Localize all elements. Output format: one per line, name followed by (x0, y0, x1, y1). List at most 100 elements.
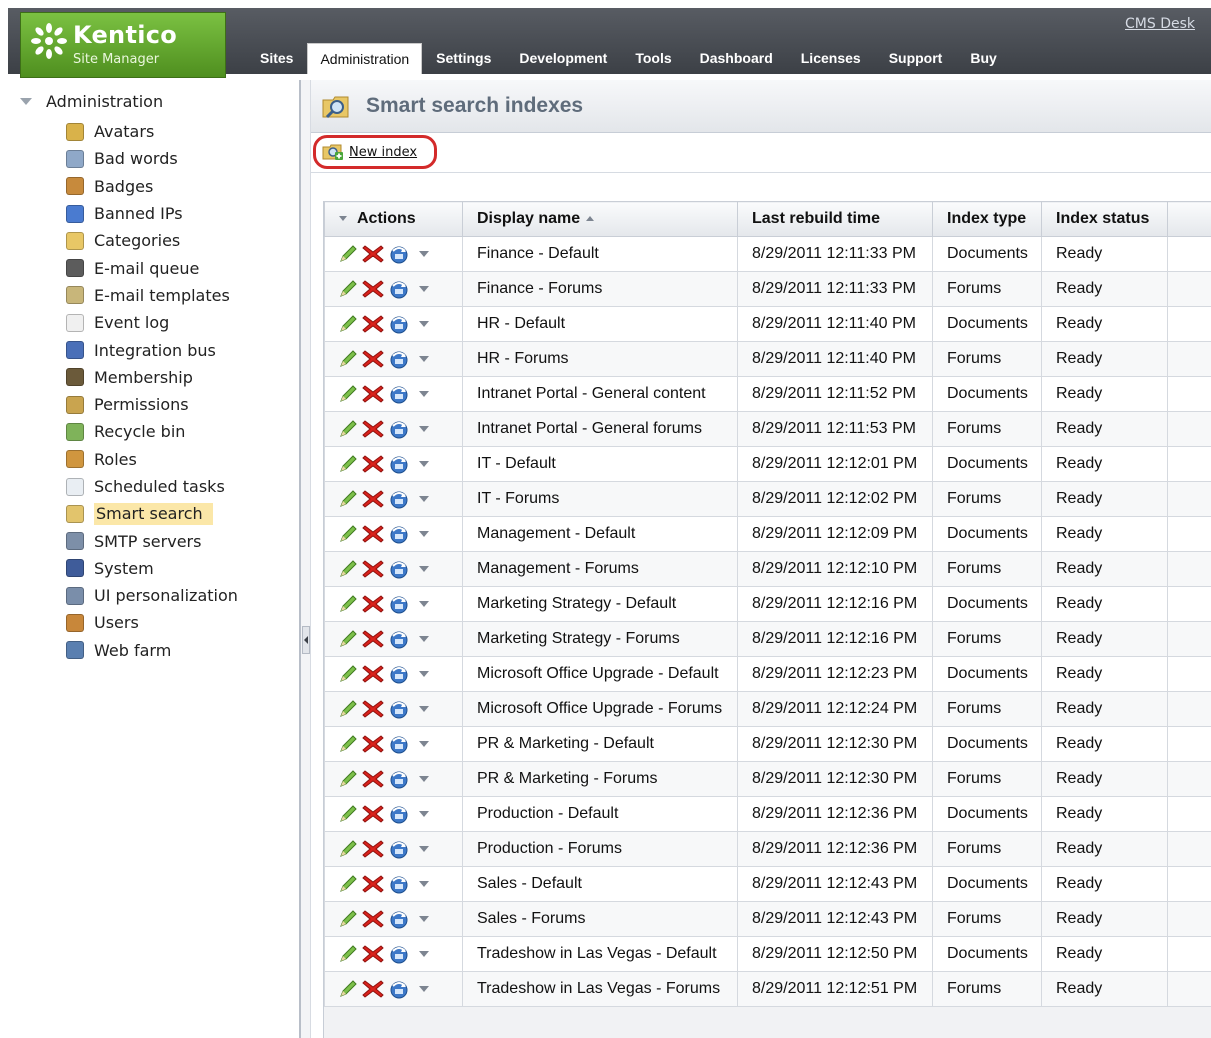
column-index-status[interactable]: Index status (1041, 201, 1168, 237)
more-actions-chevron-icon[interactable] (419, 321, 429, 327)
tab-development[interactable]: Development (505, 50, 621, 74)
more-actions-chevron-icon[interactable] (419, 811, 429, 817)
sidebar-item-recycle-bin[interactable]: Recycle bin (66, 418, 238, 445)
delete-icon[interactable] (361, 278, 385, 300)
rebuild-icon[interactable] (387, 523, 411, 545)
delete-icon[interactable] (361, 628, 385, 650)
cms-desk-link[interactable]: CMS Desk (1125, 16, 1195, 32)
more-actions-chevron-icon[interactable] (419, 741, 429, 747)
more-actions-chevron-icon[interactable] (419, 776, 429, 782)
edit-icon[interactable] (337, 313, 359, 335)
panel-splitter[interactable] (299, 80, 311, 1038)
rebuild-icon[interactable] (387, 558, 411, 580)
edit-icon[interactable] (337, 523, 359, 545)
delete-icon[interactable] (361, 348, 385, 370)
more-actions-chevron-icon[interactable] (419, 916, 429, 922)
more-actions-chevron-icon[interactable] (419, 391, 429, 397)
column-last-rebuild-time[interactable]: Last rebuild time (737, 201, 933, 237)
rebuild-icon[interactable] (387, 453, 411, 475)
rebuild-icon[interactable] (387, 873, 411, 895)
delete-icon[interactable] (361, 943, 385, 965)
edit-icon[interactable] (337, 663, 359, 685)
rebuild-icon[interactable] (387, 908, 411, 930)
rebuild-icon[interactable] (387, 348, 411, 370)
sidebar-item-integration-bus[interactable]: Integration bus (66, 336, 238, 363)
rebuild-icon[interactable] (387, 593, 411, 615)
delete-icon[interactable] (361, 243, 385, 265)
more-actions-chevron-icon[interactable] (419, 531, 429, 537)
edit-icon[interactable] (337, 838, 359, 860)
rebuild-icon[interactable] (387, 313, 411, 335)
more-actions-chevron-icon[interactable] (419, 286, 429, 292)
delete-icon[interactable] (361, 418, 385, 440)
sidebar-item-roles[interactable]: Roles (66, 446, 238, 473)
tab-sites[interactable]: Sites (248, 50, 307, 74)
tab-settings[interactable]: Settings (422, 50, 505, 74)
sidebar-item-smart-search[interactable]: Smart search (66, 500, 238, 527)
more-actions-chevron-icon[interactable] (419, 601, 429, 607)
edit-icon[interactable] (337, 278, 359, 300)
rebuild-icon[interactable] (387, 943, 411, 965)
sidebar-item-ui-personalization[interactable]: UI personalization (66, 582, 238, 609)
column-display-name[interactable]: Display name (462, 201, 738, 237)
sidebar-item-scheduled-tasks[interactable]: Scheduled tasks (66, 473, 238, 500)
rebuild-icon[interactable] (387, 418, 411, 440)
sidebar-item-e-mail-templates[interactable]: E-mail templates (66, 282, 238, 309)
delete-icon[interactable] (361, 313, 385, 335)
more-actions-chevron-icon[interactable] (419, 251, 429, 257)
delete-icon[interactable] (361, 768, 385, 790)
delete-icon[interactable] (361, 663, 385, 685)
delete-icon[interactable] (361, 908, 385, 930)
more-actions-chevron-icon[interactable] (419, 461, 429, 467)
rebuild-icon[interactable] (387, 768, 411, 790)
rebuild-icon[interactable] (387, 383, 411, 405)
sidebar-item-smtp-servers[interactable]: SMTP servers (66, 527, 238, 554)
delete-icon[interactable] (361, 593, 385, 615)
column-index-type[interactable]: Index type (932, 201, 1042, 237)
more-actions-chevron-icon[interactable] (419, 951, 429, 957)
sidebar-item-system[interactable]: System (66, 555, 238, 582)
delete-icon[interactable] (361, 733, 385, 755)
delete-icon[interactable] (361, 383, 385, 405)
tab-support[interactable]: Support (875, 50, 957, 74)
rebuild-icon[interactable] (387, 628, 411, 650)
rebuild-icon[interactable] (387, 243, 411, 265)
delete-icon[interactable] (361, 978, 385, 1000)
delete-icon[interactable] (361, 523, 385, 545)
tab-licenses[interactable]: Licenses (787, 50, 875, 74)
tab-tools[interactable]: Tools (621, 50, 685, 74)
tab-administration[interactable]: Administration (307, 43, 423, 74)
tab-dashboard[interactable]: Dashboard (686, 50, 787, 74)
edit-icon[interactable] (337, 488, 359, 510)
edit-icon[interactable] (337, 418, 359, 440)
edit-icon[interactable] (337, 978, 359, 1000)
more-actions-chevron-icon[interactable] (419, 496, 429, 502)
edit-icon[interactable] (337, 628, 359, 650)
more-actions-chevron-icon[interactable] (419, 426, 429, 432)
delete-icon[interactable] (361, 488, 385, 510)
edit-icon[interactable] (337, 348, 359, 370)
collapse-panel-icon[interactable] (302, 626, 310, 654)
more-actions-chevron-icon[interactable] (419, 671, 429, 677)
edit-icon[interactable] (337, 803, 359, 825)
sidebar-item-membership[interactable]: Membership (66, 364, 238, 391)
more-actions-chevron-icon[interactable] (419, 356, 429, 362)
more-actions-chevron-icon[interactable] (419, 566, 429, 572)
edit-icon[interactable] (337, 908, 359, 930)
tree-root-administration[interactable]: Administration (18, 92, 163, 111)
more-actions-chevron-icon[interactable] (419, 636, 429, 642)
sidebar-item-banned-ips[interactable]: Banned IPs (66, 200, 238, 227)
rebuild-icon[interactable] (387, 663, 411, 685)
collapse-caret-icon[interactable] (20, 98, 32, 105)
rebuild-icon[interactable] (387, 838, 411, 860)
sidebar-item-users[interactable]: Users (66, 609, 238, 636)
rebuild-icon[interactable] (387, 733, 411, 755)
new-index-button[interactable]: New index (313, 135, 437, 169)
edit-icon[interactable] (337, 698, 359, 720)
delete-icon[interactable] (361, 803, 385, 825)
edit-icon[interactable] (337, 768, 359, 790)
kentico-logo[interactable]: Kentico Site Manager (20, 12, 226, 78)
more-actions-chevron-icon[interactable] (419, 986, 429, 992)
edit-icon[interactable] (337, 873, 359, 895)
edit-icon[interactable] (337, 593, 359, 615)
